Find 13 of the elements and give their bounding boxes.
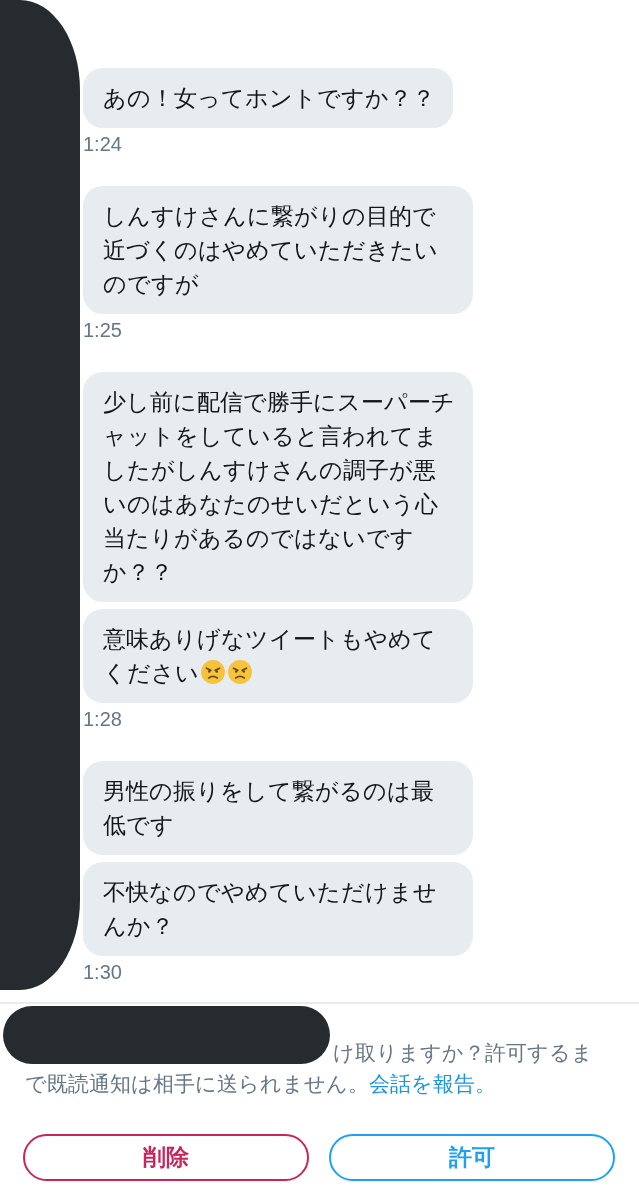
message-bubble: 意味ありげなツイートもやめてください	[83, 609, 473, 703]
message-bubble: 少し前に配信で勝手にスーパーチャットをしていると言われてましたがしんすけさんの調子が悪いのはあなたのせいだという心当たりがあるのではないですか？？	[83, 372, 473, 602]
message-bubble: あの！女ってホントですか？？	[83, 68, 453, 128]
report-link[interactable]: 会話を報告。	[369, 1072, 496, 1096]
allow-button[interactable]: 許可	[329, 1134, 615, 1181]
message-time: 1:30	[83, 961, 122, 984]
message-time: 1:25	[83, 319, 122, 342]
message-bubble: 男性の振りをして繋がるのは最低です	[83, 761, 473, 855]
delete-button[interactable]: 削除	[23, 1134, 309, 1181]
message-bubble: 不快なのでやめていただけませんか？	[83, 862, 473, 956]
message-bubble: しんすけさんに繋がりの目的で近づくのはやめていただきたいのですが	[83, 186, 473, 314]
message-time: 1:28	[83, 708, 122, 731]
message-time: 1:24	[83, 133, 122, 156]
